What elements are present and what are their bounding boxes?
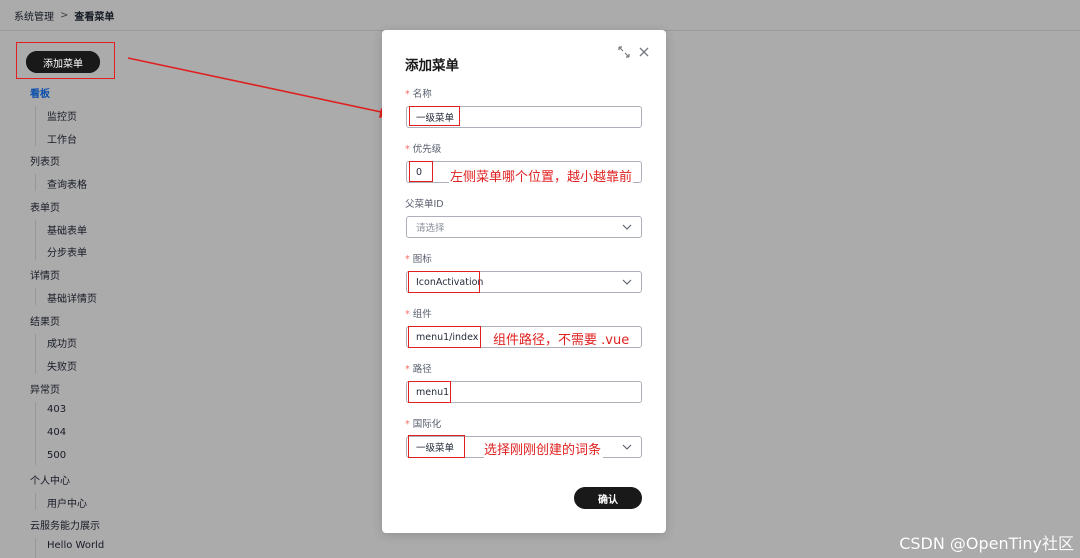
close-icon[interactable]	[637, 45, 651, 59]
chevron-down-icon	[622, 444, 632, 450]
annotation-box-path	[408, 381, 451, 403]
path-label: * 路径	[405, 361, 432, 375]
fullscreen-icon[interactable]	[617, 45, 631, 59]
i18n-label-text: 国际化	[412, 419, 442, 430]
chevron-down-icon	[622, 224, 632, 230]
i18n-label: * 国际化	[405, 416, 441, 430]
component-label: * 组件	[405, 306, 432, 320]
annotation-box-i18n	[408, 435, 465, 458]
icon-label-text: 图标	[412, 254, 432, 265]
dialog-title: 添加菜单	[405, 58, 459, 74]
annotation-highlight-box	[16, 42, 115, 79]
parent-label: 父菜单ID	[405, 199, 444, 210]
required-mark: *	[405, 254, 410, 265]
required-mark: *	[405, 419, 410, 430]
required-mark: *	[405, 309, 410, 320]
annotation-component-note: 组件路径，不需要 .vue	[493, 333, 630, 348]
chevron-down-icon	[622, 279, 632, 285]
priority-label-text: 优先级	[412, 144, 442, 155]
confirm-button[interactable]: 确认	[574, 487, 642, 509]
required-mark: *	[405, 364, 410, 375]
icon-label: * 图标	[405, 251, 432, 265]
add-menu-dialog: 添加菜单 * 名称 一级菜单 * 优先级 0 父菜单ID 请选择 * 图标 IconA…	[382, 30, 666, 533]
watermark: CSDN @OpenTiny社区	[899, 534, 1074, 553]
annotation-box-name	[409, 106, 460, 126]
name-label-text: 名称	[412, 89, 432, 100]
component-label-text: 组件	[412, 309, 432, 320]
annotation-i18n-note: 选择刚刚创建的词条	[484, 439, 604, 458]
name-label: * 名称	[405, 86, 432, 100]
required-mark: *	[405, 89, 410, 100]
priority-label: * 优先级	[405, 141, 441, 155]
annotation-box-component	[408, 326, 481, 348]
annotation-box-priority	[409, 161, 433, 182]
parent-placeholder: 请选择	[416, 223, 445, 234]
annotation-priority-note: 左侧菜单哪个位置，越小越靠前	[449, 166, 634, 185]
parent-select[interactable]: 请选择	[406, 216, 642, 238]
annotation-box-icon	[408, 271, 480, 293]
path-label-text: 路径	[412, 364, 432, 375]
required-mark: *	[405, 144, 410, 155]
